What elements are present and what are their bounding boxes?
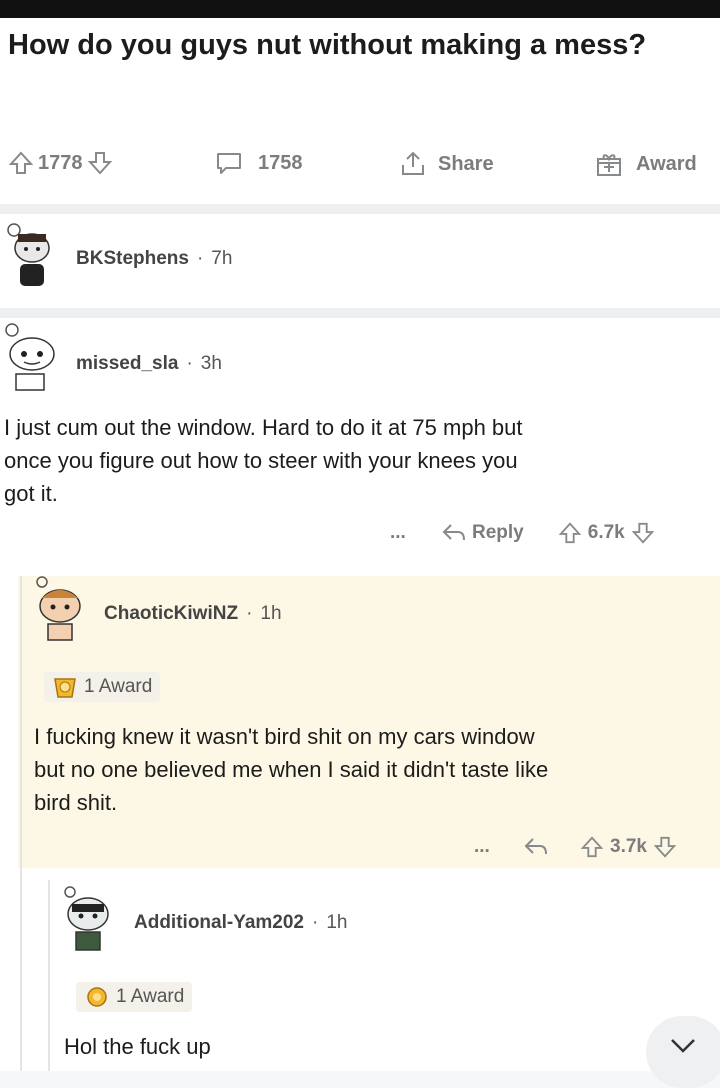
comment-age: 7h	[211, 248, 233, 269]
award-icon	[87, 987, 107, 1007]
comment-age: 1h	[260, 603, 282, 624]
gift-icon	[597, 154, 621, 176]
separator-dot: ·	[186, 353, 193, 374]
top-bar	[0, 0, 720, 18]
downvote-icon[interactable]	[653, 835, 677, 859]
award-count: 1 Award	[84, 676, 153, 697]
user-avatar[interactable]	[56, 882, 118, 954]
user-avatar[interactable]	[0, 218, 56, 290]
comment-line: I just cum out the window. Hard to do it…	[4, 415, 523, 440]
comment-score: 3.7k	[610, 836, 647, 857]
divider	[0, 204, 720, 214]
comment-author[interactable]: missed_sla	[76, 353, 178, 375]
reply-icon[interactable]	[440, 520, 468, 546]
upvote-icon[interactable]	[580, 835, 604, 859]
comment-line: bird shit.	[34, 790, 118, 815]
user-avatar[interactable]	[0, 320, 60, 392]
comment-actions: ... 3.7k	[474, 834, 677, 860]
post-title: How do you guys nut without making a mes…	[8, 29, 647, 61]
upvote-icon[interactable]	[558, 521, 582, 545]
award-badge[interactable]: 1 Award	[76, 982, 193, 1012]
comment-icon	[217, 153, 241, 174]
comment-author[interactable]: ChaoticKiwiNZ	[104, 603, 238, 625]
award-badge[interactable]: 1 Award	[44, 672, 161, 702]
share-button[interactable]: Share	[398, 150, 494, 178]
comment-author[interactable]: Additional-Yam202	[134, 912, 304, 934]
comment-body: I fucking knew it wasn't bird shit on my…	[34, 720, 714, 819]
post-actions: 1778 1758 Share Award	[0, 144, 720, 184]
separator-dot: ·	[196, 248, 204, 269]
comment-author[interactable]: BKStephens	[76, 248, 189, 270]
separator-dot: ·	[246, 603, 253, 624]
upvote-icon[interactable]	[8, 150, 34, 176]
comment-body: I just cum out the window. Hard to do it…	[4, 411, 714, 510]
comment-age: 3h	[200, 353, 222, 374]
comments-button[interactable]: 1758	[214, 150, 303, 176]
thread-line[interactable]	[20, 576, 22, 1071]
downvote-icon[interactable]	[631, 521, 655, 545]
more-options-button[interactable]: ...	[474, 836, 522, 858]
comment-line: once you figure out how to steer with yo…	[4, 448, 518, 473]
share-icon	[402, 151, 424, 175]
chevron-down-icon	[671, 1039, 695, 1053]
divider	[0, 308, 720, 318]
comment-line: got it.	[4, 481, 58, 506]
comment-bkstephens: BKStephens · 7h	[0, 214, 720, 308]
reply-icon[interactable]	[522, 834, 550, 860]
post: How do you guys nut without making a mes…	[0, 18, 720, 214]
comment-line: I fucking knew it wasn't bird shit on my…	[34, 724, 535, 749]
reply-button[interactable]: Reply	[472, 522, 524, 544]
award-count: 1 Award	[116, 986, 185, 1007]
award-button[interactable]: Award	[594, 150, 697, 178]
user-avatar[interactable]	[28, 572, 88, 644]
thread-line[interactable]	[48, 880, 50, 1071]
comment-body: Hol the fuck up	[64, 1030, 564, 1063]
scroll-down-button[interactable]	[646, 1016, 720, 1088]
award-icon	[54, 678, 76, 698]
downvote-icon[interactable]	[87, 150, 113, 176]
post-score: 1778	[38, 151, 83, 174]
comment-line: but no one believed me when I said it di…	[34, 757, 549, 782]
vote-group: 1778	[8, 150, 113, 176]
comment-age: 1h	[326, 912, 348, 933]
separator-dot: ·	[312, 912, 319, 933]
more-options-button[interactable]: ...	[390, 522, 440, 544]
comment-header: ChaoticKiwiNZ · 1h	[104, 603, 282, 625]
comment-actions: ... Reply 6.7k	[390, 520, 655, 546]
comment-count: 1758	[258, 151, 303, 174]
comment-score: 6.7k	[587, 522, 625, 543]
share-label: Share	[438, 152, 494, 175]
award-label: Award	[636, 152, 697, 175]
comment-header: BKStephens · 7h	[76, 248, 232, 270]
comment-header: missed_sla · 3h	[76, 353, 222, 375]
comment-header: Additional-Yam202 · 1h	[134, 912, 347, 934]
comment-line: Hol the fuck up	[64, 1034, 211, 1059]
